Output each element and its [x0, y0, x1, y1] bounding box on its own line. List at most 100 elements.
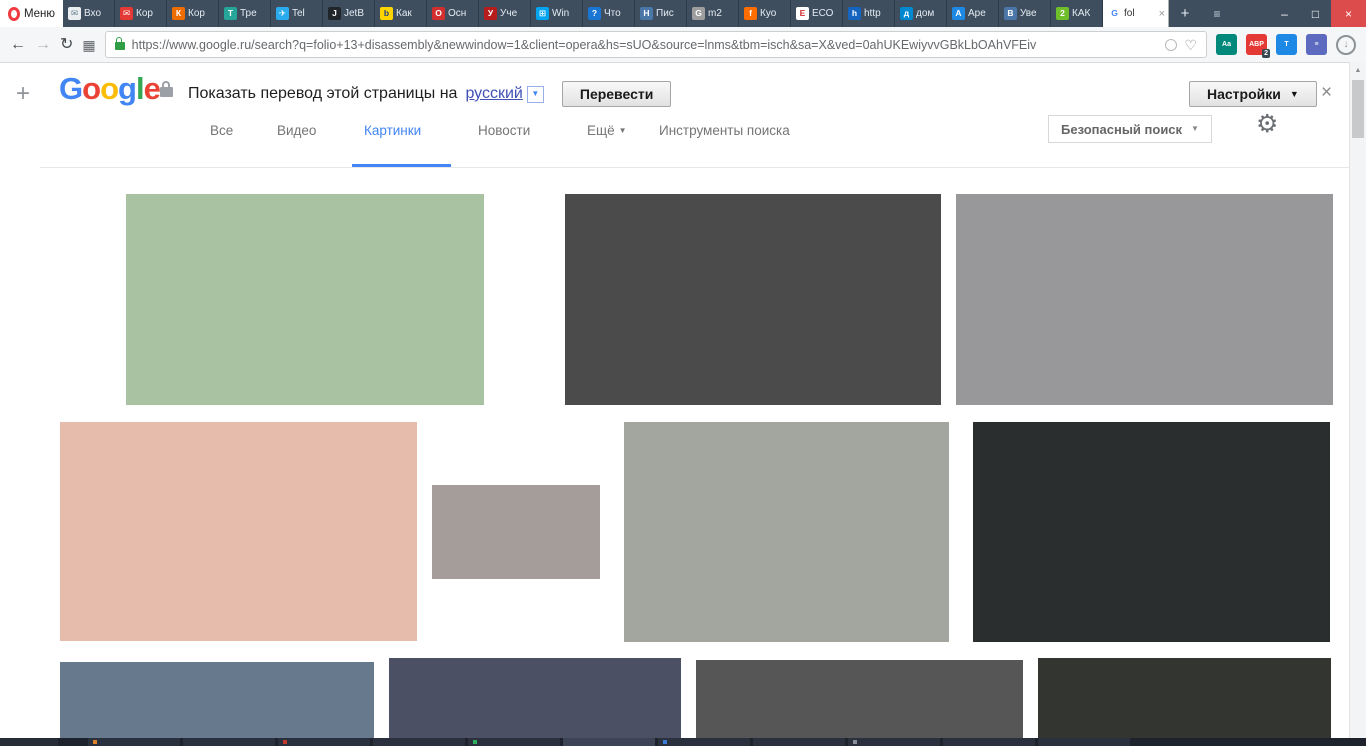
page-badge-icon[interactable]: [1165, 38, 1178, 51]
url-text[interactable]: https://www.google.ru/search?q=folio+13+…: [132, 38, 1159, 52]
image-result[interactable]: [956, 194, 1333, 405]
image-result[interactable]: [696, 660, 1023, 746]
app-icon: [93, 740, 97, 744]
image-result[interactable]: [973, 422, 1330, 642]
opera-menu-button[interactable]: Меню: [0, 0, 63, 27]
search-tab-images-active[interactable]: Картинки: [364, 123, 421, 138]
reader-extension-icon[interactable]: ≡: [1306, 34, 1327, 55]
tab-favicon-icon: G: [692, 7, 705, 20]
browser-tab[interactable]: д дом: [895, 0, 947, 27]
image-result[interactable]: [565, 194, 941, 405]
search-tab-more[interactable]: Ещё ▼: [587, 123, 627, 138]
address-bar[interactable]: https://www.google.ru/search?q=folio+13+…: [104, 31, 1207, 58]
sidebar-plus-button[interactable]: +: [12, 82, 34, 106]
reload-button[interactable]: ↻: [60, 36, 73, 53]
image-result[interactable]: [389, 658, 681, 746]
back-button[interactable]: ←: [10, 36, 26, 53]
tab-favicon-icon: ⊞: [536, 7, 549, 20]
taskbar-item[interactable]: [1038, 738, 1130, 746]
download-button[interactable]: ↓: [1336, 34, 1356, 55]
search-tab-video[interactable]: Видео: [277, 123, 316, 138]
taskbar-item[interactable]: [278, 738, 370, 746]
browser-tab[interactable]: J JetB: [323, 0, 375, 27]
browser-tab[interactable]: К Кор: [167, 0, 219, 27]
browser-tab[interactable]: b Как: [375, 0, 427, 27]
start-button[interactable]: [0, 738, 58, 746]
browser-tab[interactable]: ✉ Кор: [115, 0, 167, 27]
browser-tab[interactable]: Gm2: [687, 0, 739, 27]
image-result[interactable]: [624, 422, 949, 642]
browser-tab[interactable]: h http: [843, 0, 895, 27]
app-icon: [853, 740, 857, 744]
browser-tab[interactable]: У Уче: [479, 0, 531, 27]
search-tab-all[interactable]: Все: [210, 123, 233, 138]
close-window-button[interactable]: ×: [1331, 0, 1366, 27]
tab-title: КАК: [1072, 8, 1091, 19]
navigation-toolbar: ← → ↻ ▦ https://www.google.ru/search?q=f…: [0, 27, 1366, 63]
language-link[interactable]: русский: [465, 85, 522, 103]
browser-tab[interactable]: В Уве: [999, 0, 1051, 27]
translate-message: Показать перевод этой страницы на: [188, 85, 458, 102]
taskbar-item[interactable]: [753, 738, 845, 746]
taskbar-item[interactable]: [88, 738, 180, 746]
tab-favicon-icon: J: [328, 7, 341, 20]
tab-menu-button[interactable]: ≡: [1201, 0, 1233, 27]
translate-extension-icon[interactable]: Aa: [1216, 34, 1237, 55]
taskbar-item[interactable]: [943, 738, 1035, 746]
safe-search-dropdown[interactable]: Безопасный поиск ▼: [1048, 115, 1212, 143]
browser-tab[interactable]: Н Пис: [635, 0, 687, 27]
browser-tab-active[interactable]: Gfol ×: [1103, 0, 1169, 27]
speed-dial-button[interactable]: ▦: [82, 38, 95, 52]
bookmark-heart-icon[interactable]: ♡: [1184, 38, 1197, 52]
new-tab-button[interactable]: +: [1169, 0, 1201, 27]
taskbar-item[interactable]: [468, 738, 560, 746]
minimize-button[interactable]: –: [1269, 0, 1300, 27]
language-dropdown[interactable]: ▼: [526, 85, 544, 103]
taskbar-item-active[interactable]: [563, 738, 655, 746]
google-logo-letter: o: [82, 71, 101, 106]
taskbar-item[interactable]: [848, 738, 940, 746]
browser-tab[interactable]: ✉ Вхо: [63, 0, 115, 27]
google-logo[interactable]: Google: [59, 71, 161, 106]
tab-favicon-icon: Е: [796, 7, 809, 20]
maximize-button[interactable]: □: [1300, 0, 1331, 27]
taskbar-item[interactable]: [658, 738, 750, 746]
taskbar-item[interactable]: [183, 738, 275, 746]
tab-favicon-icon: b: [380, 7, 393, 20]
image-result[interactable]: [126, 194, 484, 405]
tab-close-icon[interactable]: ×: [1159, 8, 1165, 20]
translator-extension-icon[interactable]: Т: [1276, 34, 1297, 55]
scrollbar[interactable]: ▲: [1349, 62, 1366, 746]
tab-favicon-icon: ✈: [276, 7, 289, 20]
scrollbar-thumb[interactable]: [1352, 80, 1364, 138]
tab-title: Пис: [656, 8, 674, 19]
browser-tab[interactable]: А Аре: [947, 0, 999, 27]
search-tools-button[interactable]: Инструменты поиска: [659, 123, 790, 138]
translate-bar-close-icon[interactable]: ×: [1321, 83, 1332, 102]
taskbar-item[interactable]: [373, 738, 465, 746]
forward-button[interactable]: →: [35, 36, 51, 53]
tab-title: Как: [396, 8, 412, 19]
image-result[interactable]: [60, 662, 374, 746]
image-result[interactable]: [1038, 658, 1331, 746]
browser-tab[interactable]: О Осн: [427, 0, 479, 27]
browser-tab[interactable]: ? Что: [583, 0, 635, 27]
image-result[interactable]: [60, 422, 417, 641]
browser-tab[interactable]: 2 КАК: [1051, 0, 1103, 27]
settings-button[interactable]: Настройки ▼: [1189, 81, 1317, 107]
adblock-extension-icon[interactable]: ABP 2: [1246, 34, 1270, 58]
tab-title: Куо: [760, 8, 777, 19]
browser-tab[interactable]: Т Тре: [219, 0, 271, 27]
gear-icon[interactable]: ⚙: [1256, 112, 1278, 137]
tab-title: Уче: [500, 8, 518, 19]
scroll-up-arrow-icon[interactable]: ▲: [1350, 62, 1366, 74]
google-logo-letter: l: [135, 71, 145, 106]
browser-tab[interactable]: ✈ Tel: [271, 0, 323, 27]
browser-tab[interactable]: Е ЕСО: [791, 0, 843, 27]
browser-tab[interactable]: f Куо: [739, 0, 791, 27]
browser-tab[interactable]: ⊞ Win: [531, 0, 583, 27]
search-tab-news[interactable]: Новости: [478, 123, 530, 138]
tab-title: Уве: [1020, 8, 1037, 19]
translate-button[interactable]: Перевести: [561, 81, 672, 107]
image-result[interactable]: [432, 485, 600, 579]
